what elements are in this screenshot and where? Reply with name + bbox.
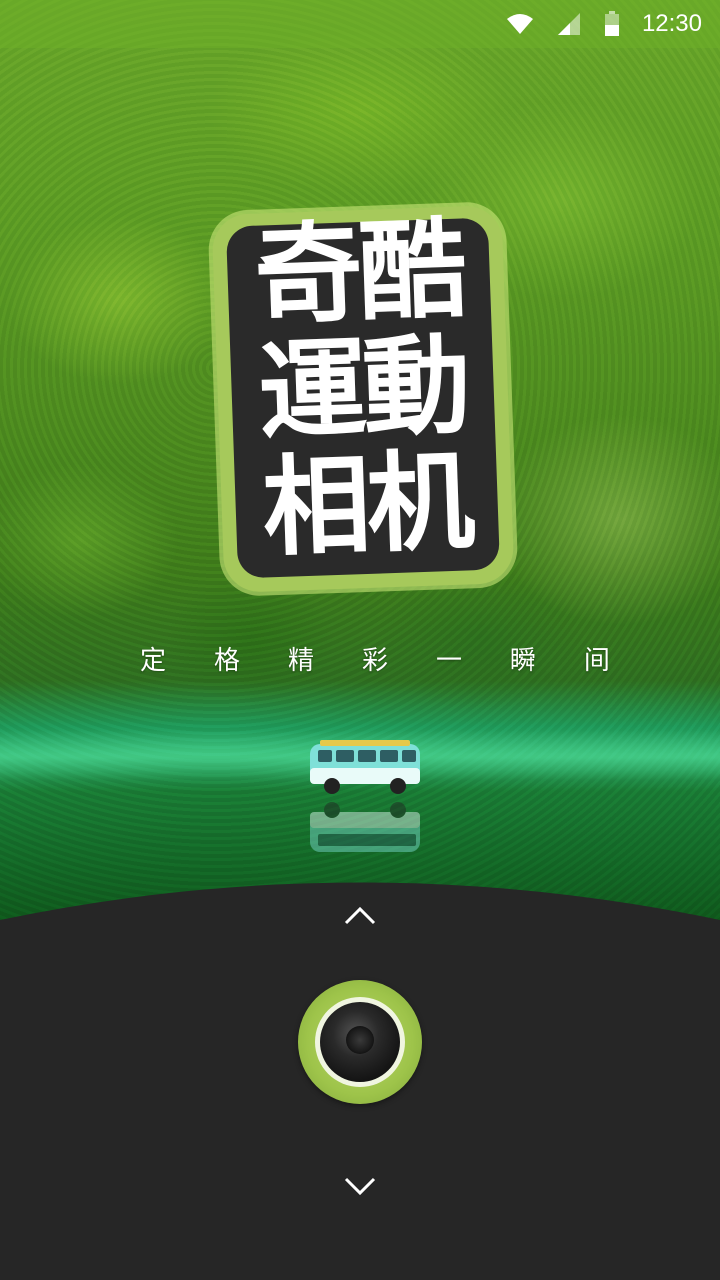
hero-background: 奇酷 運動 相机 定 格 精 彩 一 瞬 间 — [0, 0, 720, 920]
shutter-button[interactable] — [298, 980, 422, 1104]
camera-control-panel — [0, 875, 720, 1280]
tagline-char: 定 — [140, 646, 167, 676]
status-bar: 12:30 — [0, 0, 720, 48]
app-logo: 奇酷 運動 相机 — [211, 205, 515, 593]
tagline-char: 彩 — [361, 646, 388, 676]
logo-line-2: 運動 — [256, 323, 469, 456]
shutter-ring — [315, 997, 405, 1087]
van-reflection — [310, 802, 420, 852]
tagline-char: 间 — [583, 646, 610, 676]
cell-signal-icon — [557, 13, 580, 35]
wifi-icon — [506, 14, 533, 34]
van-image — [310, 740, 420, 794]
logo-line-1: 奇酷 — [252, 207, 465, 340]
tagline-char: 格 — [213, 646, 240, 676]
tagline: 定 格 精 彩 一 瞬 间 — [140, 640, 610, 677]
chevron-down-icon[interactable] — [340, 1167, 380, 1207]
battery-icon — [604, 11, 619, 36]
chevron-up-icon[interactable] — [340, 895, 380, 935]
lens-center — [346, 1026, 374, 1054]
tagline-char: 瞬 — [509, 646, 536, 676]
status-icons: 12:30 — [506, 0, 702, 48]
logo-text: 奇酷 運動 相机 — [212, 207, 514, 572]
tagline-char: 精 — [287, 646, 314, 676]
status-time: 12:30 — [641, 10, 702, 37]
tagline-char: 一 — [435, 646, 462, 676]
logo-line-3: 相机 — [260, 439, 473, 572]
camera-lens-icon — [320, 1002, 400, 1082]
